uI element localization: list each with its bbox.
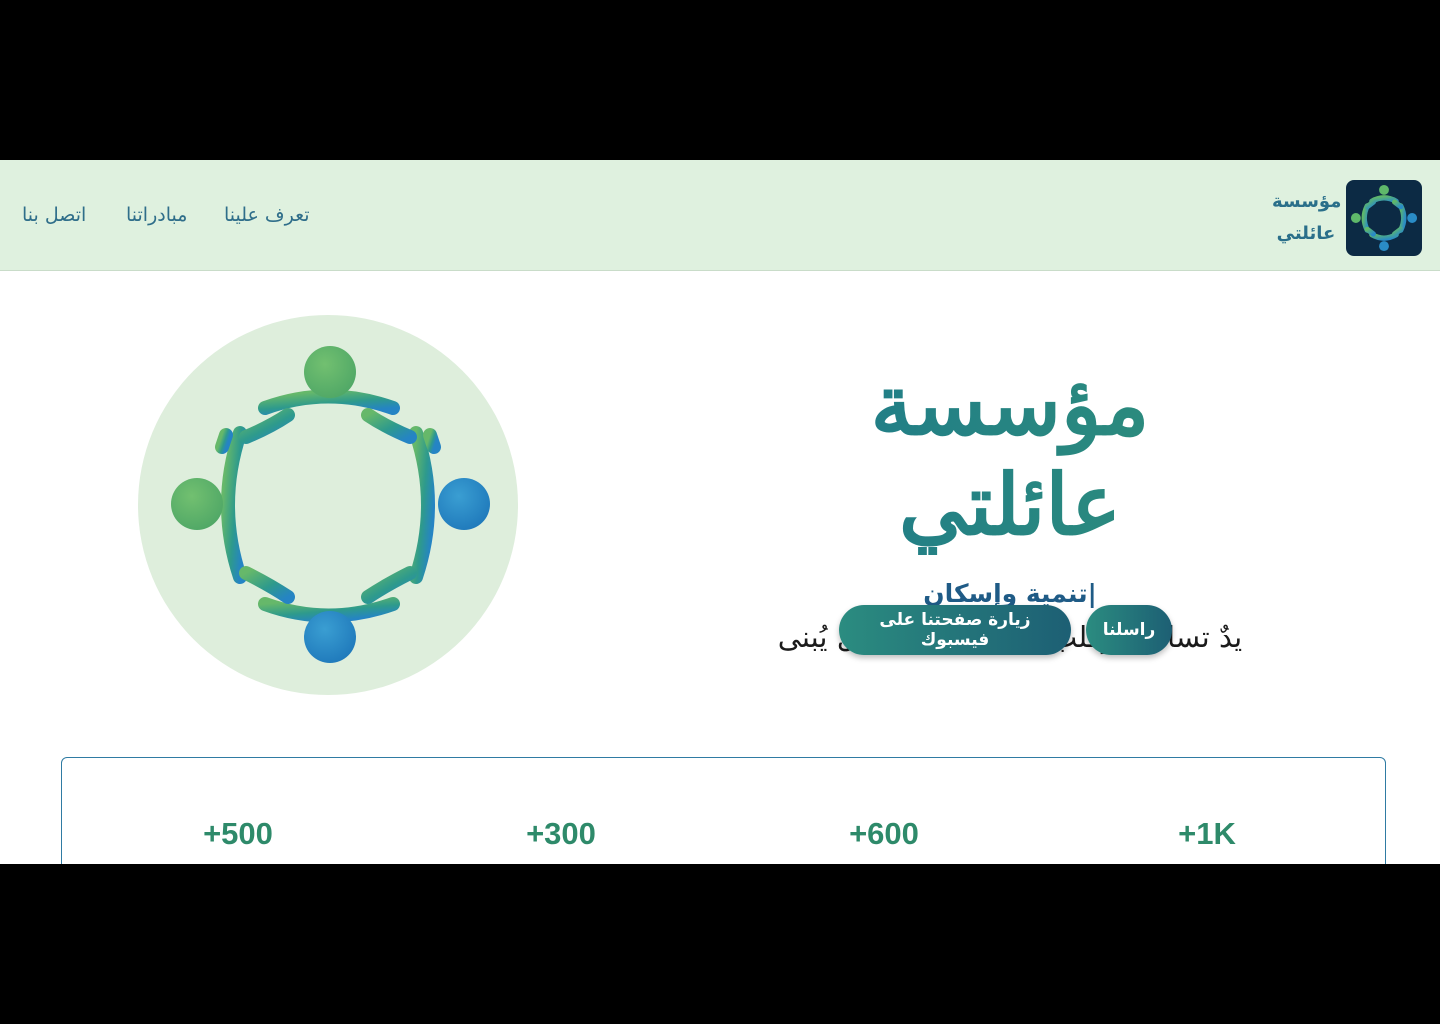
brand-name-line1: مؤسسة <box>1272 191 1342 212</box>
navbar: اتصل بنا مبادراتنا تعرف علينا مؤسسة عائل… <box>0 160 1440 271</box>
stat-value: +600 <box>849 816 919 851</box>
page-viewport: اتصل بنا مبادراتنا تعرف علينا مؤسسة عائل… <box>0 160 1440 864</box>
hero-logo-icon <box>138 315 518 695</box>
stats-panel: +500 +300 +600 +1K <box>61 757 1386 864</box>
nav-link-initiatives[interactable]: مبادراتنا <box>126 204 187 226</box>
facebook-button[interactable]: زيارة صفحتنا على فيسبوك <box>839 605 1071 655</box>
hero-title: مؤسسة عائلتي <box>760 355 1260 555</box>
brand-name: مؤسسة عائلتي <box>1272 186 1342 250</box>
stat-value: +1K <box>1178 816 1236 851</box>
brand[interactable]: مؤسسة عائلتي <box>1272 180 1422 256</box>
brand-name-line2: عائلتي <box>1276 223 1336 244</box>
hero-subtitle: تنمية وإسكان| <box>923 579 1097 608</box>
stat-value: +300 <box>526 816 596 851</box>
nav-link-about[interactable]: تعرف علينا <box>224 204 310 226</box>
brand-logo-icon <box>1346 180 1422 256</box>
stat-value: +500 <box>203 816 273 851</box>
contact-button[interactable]: راسلنا <box>1086 605 1172 655</box>
nav-link-contact[interactable]: اتصل بنا <box>22 204 86 226</box>
